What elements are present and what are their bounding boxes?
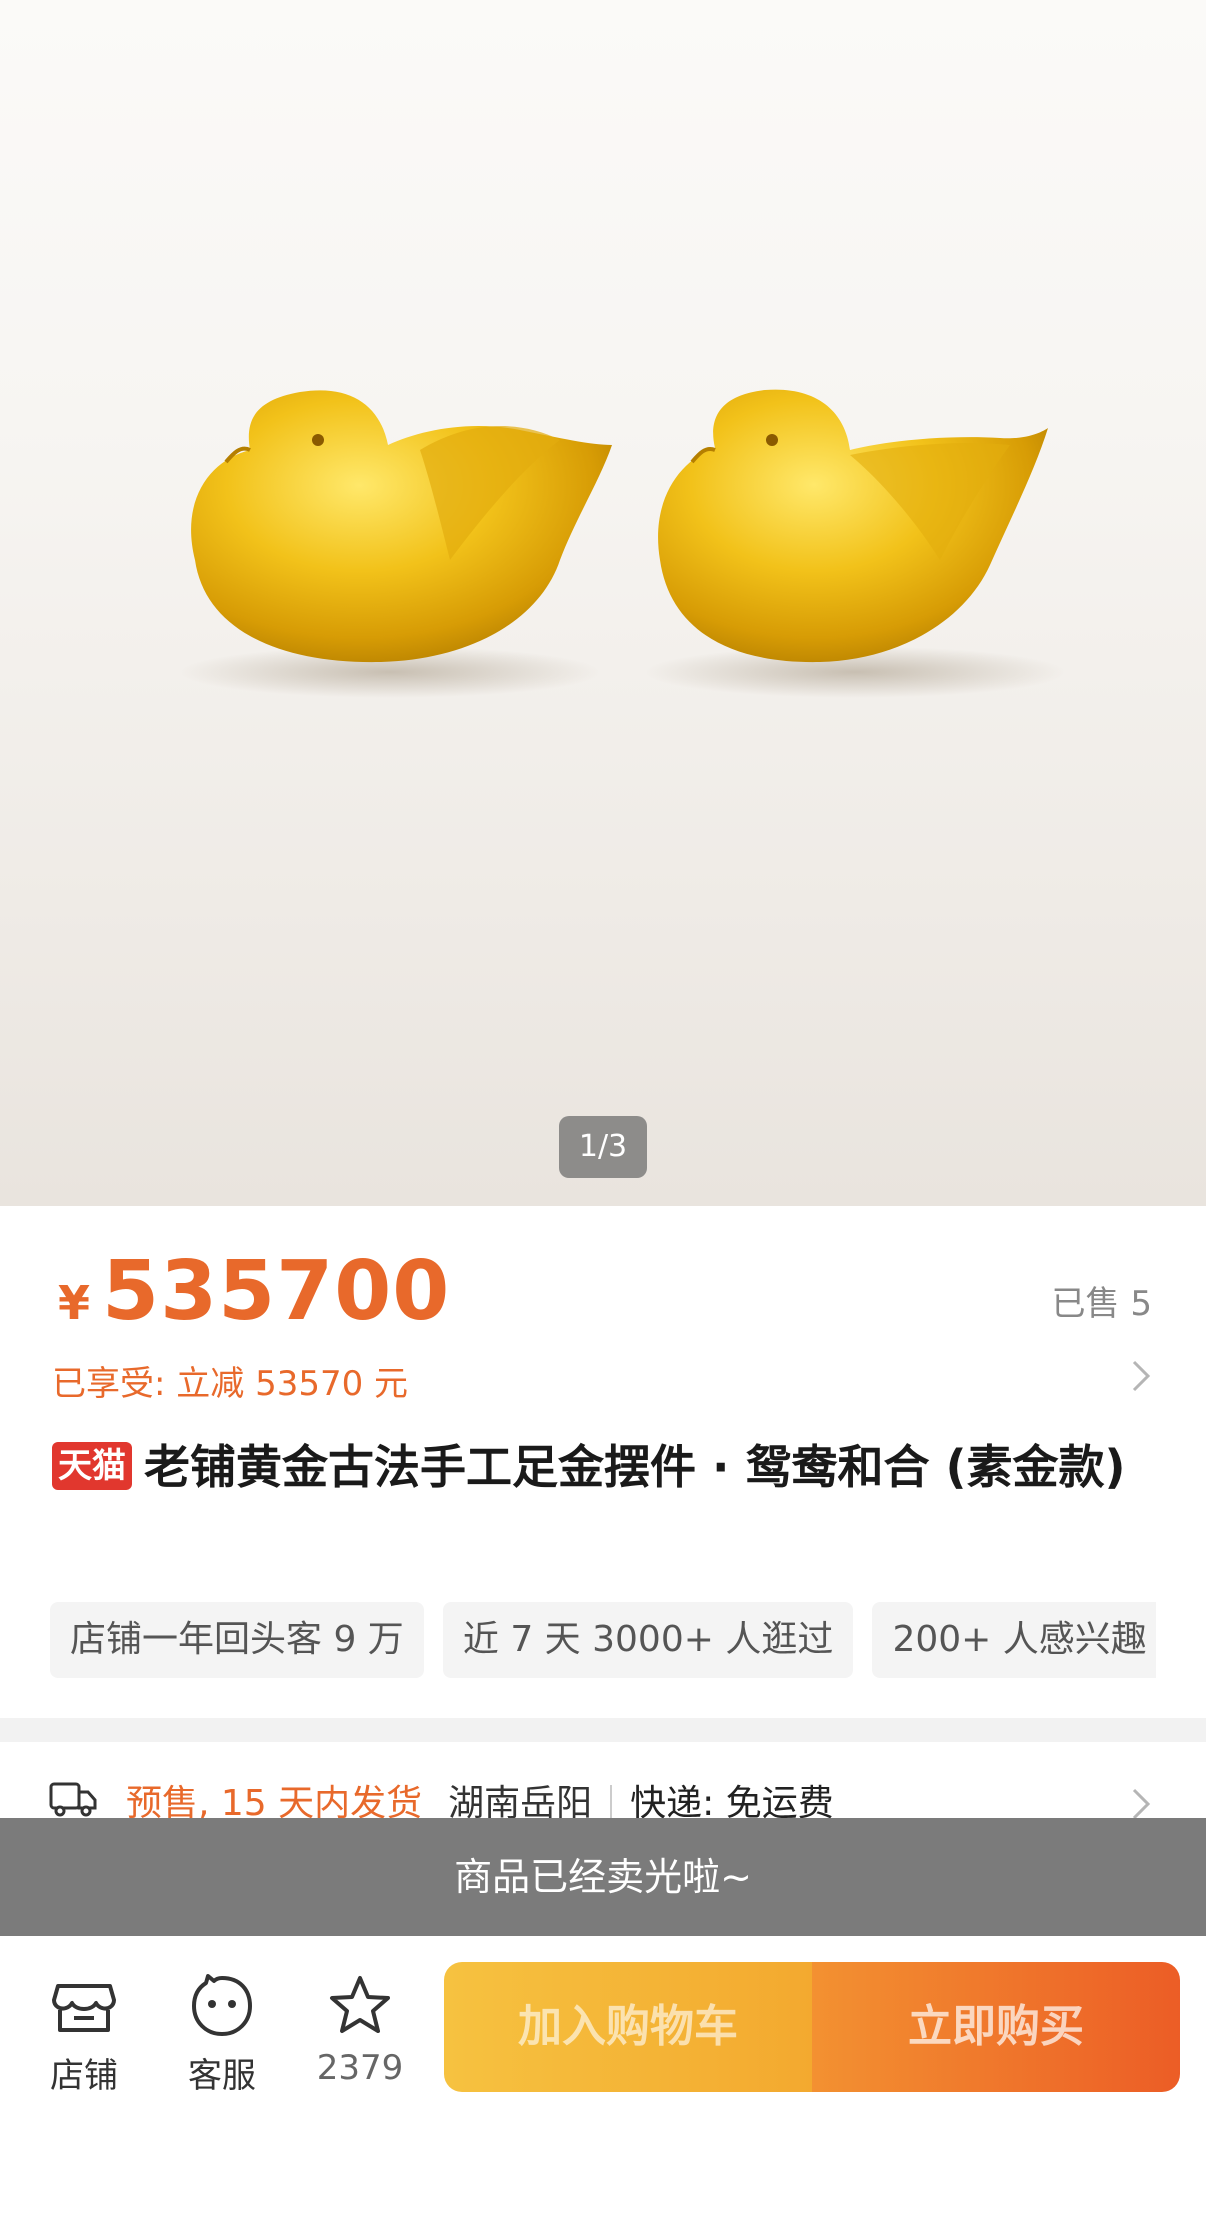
store-icon: [52, 1984, 116, 2032]
product-gallery[interactable]: 1/3: [0, 0, 1206, 1206]
separator: [610, 1785, 613, 1818]
tmall-badge: 天猫: [52, 1442, 132, 1490]
product-tags: 店铺一年回头客 9 万 近 7 天 3000+ 人逛过 200+ 人感兴趣: [50, 1602, 1156, 1682]
chevron-right-icon[interactable]: [1126, 1786, 1156, 1818]
service-label: 客服: [188, 2056, 256, 2096]
customer-service-icon: [192, 1974, 252, 2036]
soldout-banner: 商品已经卖光啦~: [0, 1818, 1206, 1936]
store-button[interactable]: 店铺: [24, 1972, 144, 2097]
tag-item[interactable]: 近 7 天 3000+ 人逛过: [442, 1602, 854, 1678]
product-title: 老铺黄金古法手工足金摆件 · 鸳鸯和合 (素金款): [144, 1440, 1126, 1494]
delivery-truck-icon: [49, 1782, 97, 1817]
ship-location: 湖南岳阳: [448, 1783, 593, 1818]
price-amount: 535700: [102, 1244, 451, 1339]
product-title-block: 天猫 老铺黄金古法手工足金摆件 · 鸳鸯和合 (素金款): [52, 1431, 1152, 1503]
chevron-right-icon[interactable]: [1126, 1358, 1156, 1394]
customer-service-button[interactable]: 客服: [162, 1972, 282, 2097]
shipping-info: 预售, 15 天内发货 湖南岳阳 快递: 免运费: [126, 1774, 834, 1818]
tag-item[interactable]: 店铺一年回头客 9 万: [50, 1602, 424, 1678]
section-divider: [0, 1718, 1206, 1742]
delivery-fee: 快递: 免运费: [630, 1783, 834, 1818]
favorite-button[interactable]: 2379: [300, 1972, 420, 2088]
presale-text: 预售, 15 天内发货: [126, 1783, 423, 1818]
sold-count: 已售 5: [1051, 1284, 1152, 1324]
bottom-action-bar: 店铺 客服 2379 加入购物车 立即购买: [0, 1936, 1206, 2220]
price: ¥ 535700: [58, 1244, 450, 1339]
shipping-row[interactable]: 预售, 15 天内发货 湖南岳阳 快递: 免运费: [0, 1742, 1206, 1818]
image-counter: 1/3: [559, 1116, 647, 1178]
tag-item[interactable]: 200+ 人感兴趣: [872, 1602, 1156, 1678]
favorites-count: 2379: [316, 2048, 404, 2088]
currency-symbol: ¥: [58, 1276, 91, 1330]
golden-mandarin-ducks-image: [180, 389, 1065, 698]
star-icon: [330, 1976, 390, 2033]
store-label: 店铺: [50, 2056, 118, 2096]
product-info: ¥ 535700 已售 5 已享受: 立减 53570 元 天猫 老铺黄金古法手工…: [0, 1206, 1206, 1718]
add-to-cart-button[interactable]: 加入购物车: [444, 1962, 812, 2092]
promo-discount[interactable]: 已享受: 立减 53570 元: [52, 1356, 408, 1405]
buy-now-button[interactable]: 立即购买: [812, 1962, 1180, 2092]
